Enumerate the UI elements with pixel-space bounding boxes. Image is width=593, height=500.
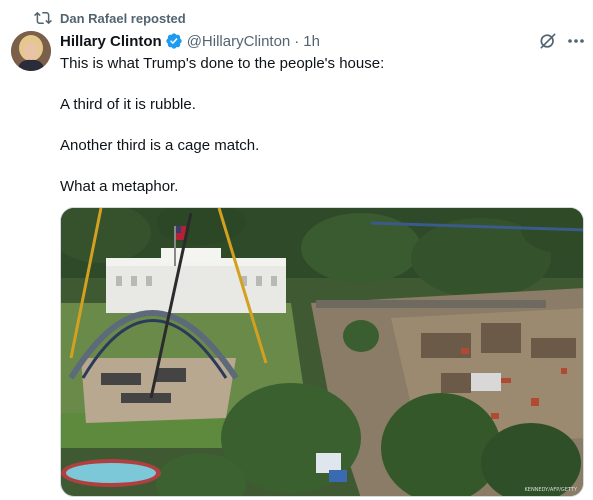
tweet-header: Hillary Clinton @HillaryClinton · 1h	[60, 31, 320, 51]
grok-icon[interactable]	[538, 31, 558, 51]
photo-credit: KENNEDY/AFP/GETTY	[524, 487, 578, 493]
author-handle[interactable]: @HillaryClinton	[187, 33, 291, 50]
tweet-line: A third of it is rubble.	[60, 96, 196, 113]
author-name[interactable]: Hillary Clinton	[60, 33, 162, 50]
repost-indicator[interactable]: Dan Rafael reposted	[34, 9, 186, 27]
tweet-line: Another third is a cage match.	[60, 137, 260, 154]
tweet-text: This is what Trump's done to the people'…	[60, 54, 580, 218]
tweet-timestamp[interactable]: 1h	[303, 33, 320, 50]
header-separator: ·	[294, 32, 300, 50]
more-options-icon[interactable]	[566, 31, 586, 51]
repost-label: Dan Rafael reposted	[60, 10, 186, 26]
avatar[interactable]	[11, 31, 51, 71]
verified-badge-icon[interactable]	[165, 32, 183, 50]
tweet-line: What a metaphor.	[60, 178, 179, 195]
tweet-photo[interactable]: KENNEDY/AFP/GETTY	[60, 207, 584, 497]
repost-icon	[34, 9, 52, 27]
tweet-line: This is what Trump's done to the people'…	[60, 55, 385, 72]
